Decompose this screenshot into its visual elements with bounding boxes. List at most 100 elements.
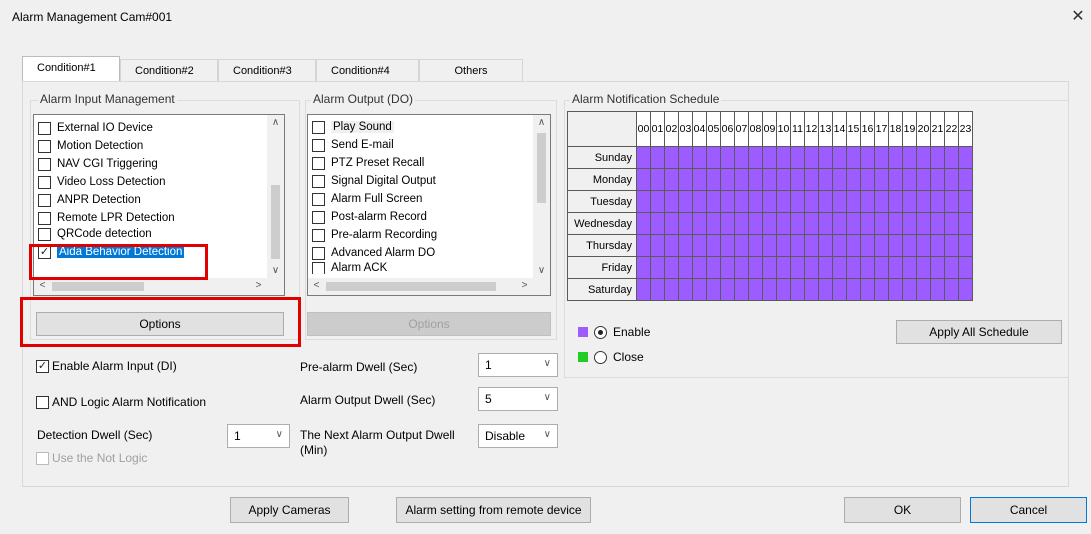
- horizontal-scrollbar[interactable]: < >: [308, 278, 550, 295]
- schedule-slot[interactable]: [762, 234, 777, 257]
- list-item[interactable]: PTZ Preset Recall: [308, 154, 437, 172]
- schedule-slot[interactable]: [818, 146, 833, 169]
- horizontal-scrollbar[interactable]: < >: [34, 278, 284, 295]
- schedule-slot[interactable]: [958, 234, 973, 257]
- vertical-scrollbar[interactable]: ∧ ∨: [267, 115, 284, 278]
- schedule-slot[interactable]: [832, 278, 847, 301]
- schedule-slot[interactable]: [776, 146, 791, 169]
- tab-others[interactable]: Others: [419, 59, 523, 83]
- schedule-slot[interactable]: [748, 278, 763, 301]
- apply-cameras-button[interactable]: Apply Cameras: [230, 497, 349, 523]
- schedule-slot[interactable]: [664, 146, 679, 169]
- checkbox[interactable]: [312, 120, 325, 134]
- schedule-slot[interactable]: [902, 146, 917, 169]
- schedule-slot[interactable]: [902, 256, 917, 279]
- hour-header[interactable]: 10: [776, 111, 791, 147]
- schedule-slot[interactable]: [804, 212, 819, 235]
- schedule-slot[interactable]: [818, 234, 833, 257]
- schedule-slot[interactable]: [678, 212, 693, 235]
- checkbox[interactable]: [312, 262, 325, 274]
- list-item[interactable]: Advanced Alarm DO: [308, 244, 437, 262]
- checkbox-checked[interactable]: [36, 359, 49, 373]
- schedule-slot[interactable]: [776, 168, 791, 191]
- cancel-button[interactable]: Cancel: [970, 497, 1087, 523]
- schedule-slot[interactable]: [916, 256, 931, 279]
- schedule-slot[interactable]: [958, 212, 973, 235]
- list-item[interactable]: Alarm Full Screen: [308, 190, 437, 208]
- schedule-slot[interactable]: [762, 278, 777, 301]
- schedule-slot[interactable]: [916, 146, 931, 169]
- schedule-slot[interactable]: [790, 234, 805, 257]
- schedule-slot[interactable]: [664, 212, 679, 235]
- list-item[interactable]: ANPR Detection: [34, 191, 184, 209]
- schedule-slot[interactable]: [930, 212, 945, 235]
- scroll-right-icon[interactable]: >: [250, 280, 267, 291]
- schedule-slot[interactable]: [916, 278, 931, 301]
- schedule-slot[interactable]: [650, 212, 665, 235]
- schedule-slot[interactable]: [776, 278, 791, 301]
- schedule-slot[interactable]: [720, 190, 735, 213]
- pre-alarm-dwell-select[interactable]: 1 ∨: [478, 353, 558, 377]
- schedule-slot[interactable]: [650, 256, 665, 279]
- schedule-slot[interactable]: [888, 212, 903, 235]
- hour-header[interactable]: 05: [706, 111, 721, 147]
- schedule-slot[interactable]: [832, 212, 847, 235]
- schedule-slot[interactable]: [636, 234, 651, 257]
- hour-header[interactable]: 14: [832, 111, 847, 147]
- schedule-slot[interactable]: [874, 190, 889, 213]
- schedule-slot[interactable]: [958, 146, 973, 169]
- tab-condition-3[interactable]: Condition#3: [218, 59, 316, 83]
- scroll-thumb[interactable]: [52, 282, 144, 291]
- checkbox[interactable]: [38, 121, 51, 135]
- schedule-slot[interactable]: [664, 256, 679, 279]
- schedule-slot[interactable]: [846, 256, 861, 279]
- day-label[interactable]: Thursday: [567, 234, 637, 257]
- schedule-slot[interactable]: [650, 190, 665, 213]
- scroll-thumb[interactable]: [271, 185, 280, 259]
- schedule-slot[interactable]: [930, 146, 945, 169]
- schedule-slot[interactable]: [930, 190, 945, 213]
- schedule-slot[interactable]: [930, 234, 945, 257]
- schedule-slot[interactable]: [706, 278, 721, 301]
- checkbox-disabled[interactable]: [36, 451, 49, 465]
- tab-condition-4[interactable]: Condition#4: [316, 59, 419, 83]
- apply-all-schedule-button[interactable]: Apply All Schedule: [896, 320, 1062, 344]
- schedule-slot[interactable]: [846, 212, 861, 235]
- schedule-slot[interactable]: [706, 168, 721, 191]
- day-label[interactable]: Monday: [567, 168, 637, 191]
- schedule-slot[interactable]: [734, 146, 749, 169]
- schedule-slot[interactable]: [832, 256, 847, 279]
- tab-condition-2[interactable]: Condition#2: [120, 59, 218, 83]
- schedule-slot[interactable]: [762, 256, 777, 279]
- schedule-slot[interactable]: [832, 190, 847, 213]
- schedule-slot[interactable]: [636, 212, 651, 235]
- schedule-slot[interactable]: [888, 190, 903, 213]
- schedule-slot[interactable]: [748, 234, 763, 257]
- schedule-slot[interactable]: [650, 146, 665, 169]
- hour-header[interactable]: 13: [818, 111, 833, 147]
- schedule-slot[interactable]: [846, 146, 861, 169]
- list-item[interactable]: Video Loss Detection: [34, 173, 184, 191]
- schedule-slot[interactable]: [720, 212, 735, 235]
- schedule-slot[interactable]: [678, 256, 693, 279]
- schedule-slot[interactable]: [888, 146, 903, 169]
- schedule-slot[interactable]: [706, 234, 721, 257]
- schedule-slot[interactable]: [650, 278, 665, 301]
- schedule-slot[interactable]: [888, 234, 903, 257]
- checkbox[interactable]: [38, 193, 51, 207]
- list-item[interactable]: Alarm ACK: [308, 262, 437, 274]
- ok-button[interactable]: OK: [844, 497, 961, 523]
- day-label[interactable]: Tuesday: [567, 190, 637, 213]
- list-item[interactable]: Remote LPR Detection: [34, 209, 184, 227]
- tab-condition-1[interactable]: Condition#1: [22, 56, 120, 83]
- schedule-slot[interactable]: [650, 168, 665, 191]
- schedule-slot[interactable]: [958, 168, 973, 191]
- schedule-slot[interactable]: [818, 190, 833, 213]
- checkbox[interactable]: [312, 210, 325, 224]
- schedule-slot[interactable]: [860, 278, 875, 301]
- schedule-slot[interactable]: [734, 234, 749, 257]
- schedule-slot[interactable]: [944, 146, 959, 169]
- hour-header[interactable]: 00: [636, 111, 651, 147]
- schedule-slot[interactable]: [720, 256, 735, 279]
- schedule-slot[interactable]: [720, 168, 735, 191]
